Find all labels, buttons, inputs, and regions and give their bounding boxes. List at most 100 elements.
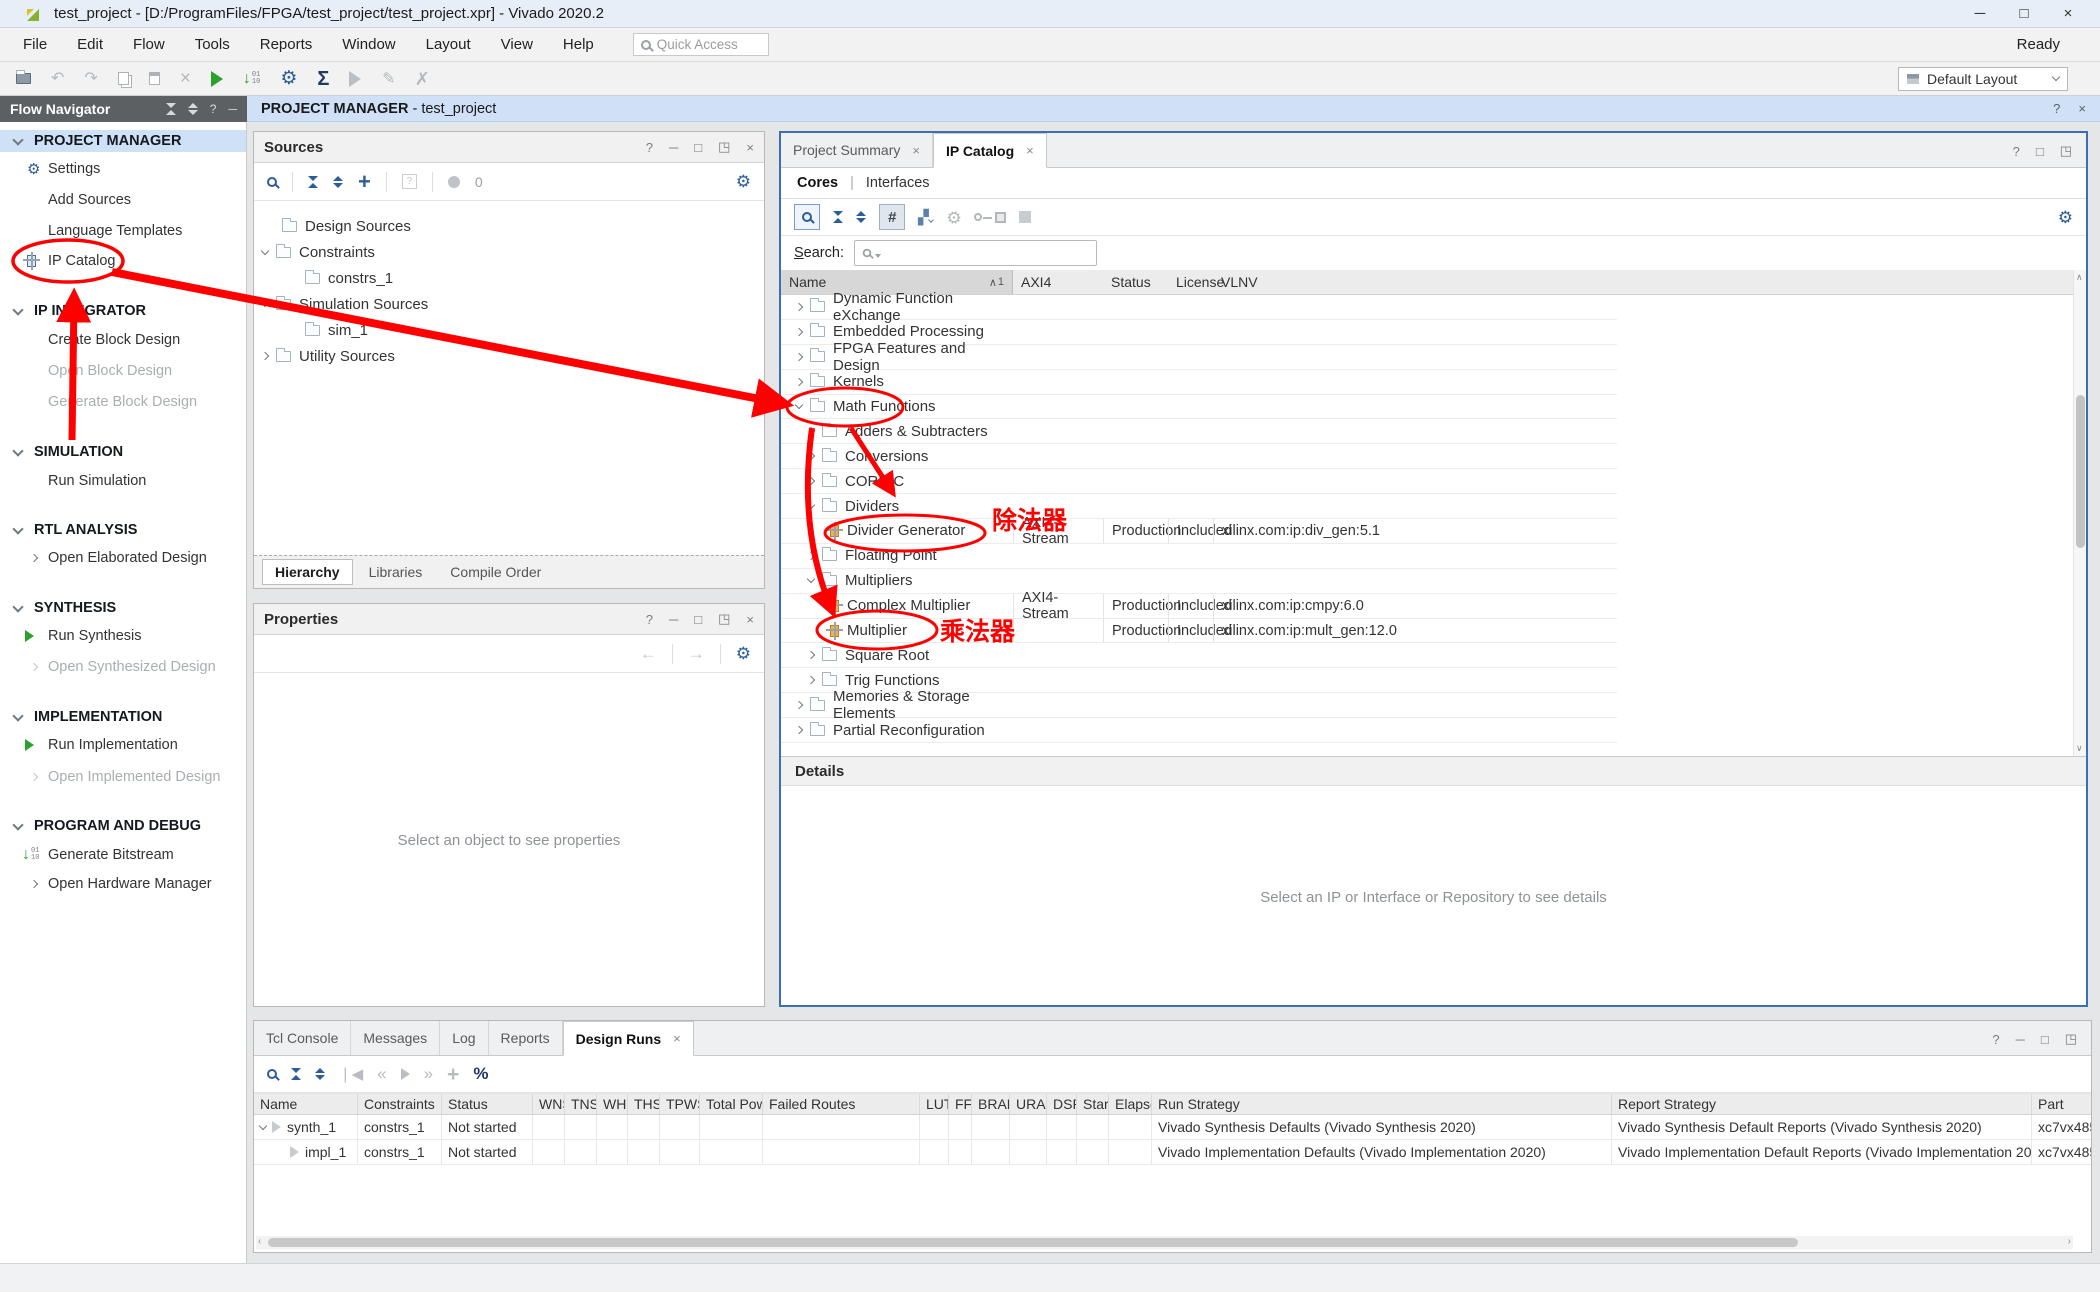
- column-axi4[interactable]: AXI4: [1013, 270, 1103, 294]
- tree-item-design-sources[interactable]: Design Sources: [254, 213, 764, 239]
- scroll-up-icon[interactable]: ∧: [2076, 272, 2083, 283]
- ip-row-category[interactable]: CORDIC: [781, 469, 1617, 494]
- col-name[interactable]: Name: [254, 1094, 358, 1114]
- chevron-down-icon[interactable]: [795, 401, 803, 409]
- percent-icon[interactable]: %: [473, 1064, 488, 1084]
- tab-compile-order[interactable]: Compile Order: [438, 560, 553, 584]
- col-report-strategy[interactable]: Report Strategy: [1612, 1094, 2032, 1114]
- sidebar-item-generate-bitstream[interactable]: ↓0110Generate Bitstream: [0, 844, 246, 866]
- tree-item-simulation-sources[interactable]: Simulation Sources: [254, 291, 764, 317]
- menu-flow[interactable]: Flow: [118, 28, 180, 61]
- close-icon[interactable]: ×: [2046, 5, 2090, 22]
- maximize-panel-icon[interactable]: □: [694, 612, 702, 627]
- help-icon[interactable]: ?: [646, 612, 653, 627]
- close-icon[interactable]: ×: [912, 143, 920, 158]
- chevron-right-icon[interactable]: [795, 303, 803, 311]
- menu-reports[interactable]: Reports: [245, 28, 328, 61]
- tab-libraries[interactable]: Libraries: [357, 560, 435, 584]
- expand-all-icon[interactable]: [333, 176, 343, 188]
- sidebar-section-project-manager[interactable]: PROJECT MANAGER: [0, 130, 246, 152]
- ip-row-divider-generator[interactable]: Divider Generator AXI4-Stream Production…: [781, 519, 1617, 544]
- gear-icon[interactable]: ⚙: [736, 645, 751, 662]
- minimize-panel-icon[interactable]: ─: [2016, 1032, 2025, 1047]
- float-panel-icon[interactable]: ◳: [2065, 1031, 2077, 1047]
- open-project-icon[interactable]: [16, 73, 31, 84]
- close-icon[interactable]: ×: [673, 1031, 681, 1046]
- chevron-right-icon[interactable]: [795, 377, 803, 385]
- collapse-all-icon[interactable]: [291, 1068, 301, 1080]
- ip-row-multiplier[interactable]: Multiplier Production Included xilinx.co…: [781, 619, 1617, 644]
- menu-layout[interactable]: Layout: [411, 28, 486, 61]
- col-ths[interactable]: THS: [628, 1094, 660, 1114]
- sidebar-item-open-elaborated-design[interactable]: Open Elaborated Design: [0, 547, 246, 569]
- help-icon[interactable]: ?: [2053, 101, 2060, 116]
- expand-all-icon[interactable]: [315, 1068, 325, 1080]
- float-panel-icon[interactable]: ◳: [718, 139, 730, 155]
- menu-window[interactable]: Window: [327, 28, 410, 61]
- col-dsp[interactable]: DSP: [1047, 1094, 1077, 1114]
- scroll-right-icon[interactable]: ›: [2068, 1236, 2071, 1247]
- close-icon[interactable]: ×: [1026, 143, 1034, 158]
- minimize-panel-icon[interactable]: ─: [669, 612, 678, 627]
- collapse-all-icon[interactable]: [833, 211, 843, 223]
- ip-row-dividers[interactable]: Dividers: [781, 494, 1617, 519]
- col-uram[interactable]: URAM: [1010, 1094, 1047, 1114]
- col-wns[interactable]: WNS: [533, 1094, 565, 1114]
- float-panel-icon[interactable]: ◳: [2060, 143, 2072, 159]
- chevron-down-icon[interactable]: [261, 298, 269, 306]
- scroll-down-icon[interactable]: ∨: [2076, 743, 2083, 754]
- ip-row-category[interactable]: Dynamic Function eXchange: [781, 295, 1617, 320]
- col-lut[interactable]: LUT: [920, 1094, 949, 1114]
- maximize-icon[interactable]: □: [2002, 5, 2046, 22]
- chevron-down-icon[interactable]: [261, 246, 269, 254]
- chevron-down-icon[interactable]: [807, 575, 815, 583]
- search-icon[interactable]: [794, 204, 820, 230]
- sidebar-item-create-block-design[interactable]: Create Block Design: [0, 329, 246, 351]
- collapse-all-icon[interactable]: [308, 176, 318, 188]
- tab-tcl-console[interactable]: Tcl Console: [254, 1021, 351, 1055]
- maximize-panel-icon[interactable]: □: [2036, 144, 2044, 159]
- tab-hierarchy[interactable]: Hierarchy: [262, 559, 353, 585]
- scrollbar-thumb[interactable]: [2076, 395, 2085, 548]
- scrollbar-thumb[interactable]: [268, 1238, 1798, 1247]
- group-by-hierarchy-icon[interactable]: ▞: [918, 209, 933, 226]
- sidebar-section-simulation[interactable]: SIMULATION: [0, 441, 246, 463]
- help-icon[interactable]: ?: [210, 102, 217, 116]
- maximize-panel-icon[interactable]: □: [2041, 1032, 2049, 1047]
- filter-incompatible-icon[interactable]: #: [879, 204, 905, 230]
- col-part[interactable]: Part: [2032, 1094, 2091, 1114]
- tab-ip-catalog[interactable]: IP Catalog×: [933, 133, 1047, 168]
- horizontal-scrollbar[interactable]: ‹ ›: [256, 1236, 2073, 1249]
- menu-file[interactable]: File: [8, 28, 62, 61]
- col-whs[interactable]: WHS: [597, 1094, 628, 1114]
- sigma-icon[interactable]: Σ: [317, 69, 329, 89]
- ip-row-category[interactable]: Memories & Storage Elements: [781, 693, 1617, 718]
- tab-messages[interactable]: Messages: [351, 1021, 440, 1055]
- paste-icon[interactable]: [149, 72, 160, 85]
- ip-row-math-functions[interactable]: Math Functions: [781, 395, 1617, 420]
- view-cores[interactable]: Cores: [797, 175, 838, 191]
- tab-design-runs[interactable]: Design Runs×: [563, 1021, 694, 1056]
- generate-bitstream-icon[interactable]: ↓0110: [243, 71, 260, 87]
- chevron-right-icon[interactable]: [795, 352, 803, 360]
- menu-help[interactable]: Help: [548, 28, 609, 61]
- sidebar-item-language-templates[interactable]: Language Templates: [0, 220, 246, 242]
- sidebar-item-run-simulation[interactable]: Run Simulation: [0, 470, 246, 492]
- sidebar-item-ip-catalog[interactable]: IP Catalog: [0, 250, 246, 272]
- col-tpws[interactable]: TPWS: [660, 1094, 700, 1114]
- search-icon[interactable]: [267, 1069, 277, 1079]
- view-interfaces[interactable]: Interfaces: [866, 175, 930, 191]
- gear-icon[interactable]: ⚙: [736, 173, 751, 190]
- tree-item-utility-sources[interactable]: Utility Sources: [254, 343, 764, 369]
- ip-row-category[interactable]: Adders & Subtracters: [781, 419, 1617, 444]
- col-bram[interactable]: BRAM: [972, 1094, 1010, 1114]
- ip-row-multipliers[interactable]: Multipliers: [781, 569, 1617, 594]
- chevron-right-icon[interactable]: [261, 352, 269, 360]
- tree-item-constraints[interactable]: Constraints: [254, 239, 764, 265]
- tab-project-summary[interactable]: Project Summary×: [781, 133, 933, 167]
- tree-item-sim-1[interactable]: sim_1: [254, 317, 764, 343]
- run-row-impl[interactable]: impl_1 constrs_1 Not started Vivado Impl…: [254, 1140, 2091, 1165]
- undo-icon[interactable]: ↶: [51, 71, 64, 87]
- add-sources-icon[interactable]: +: [358, 171, 371, 193]
- help-icon[interactable]: ?: [2013, 144, 2020, 159]
